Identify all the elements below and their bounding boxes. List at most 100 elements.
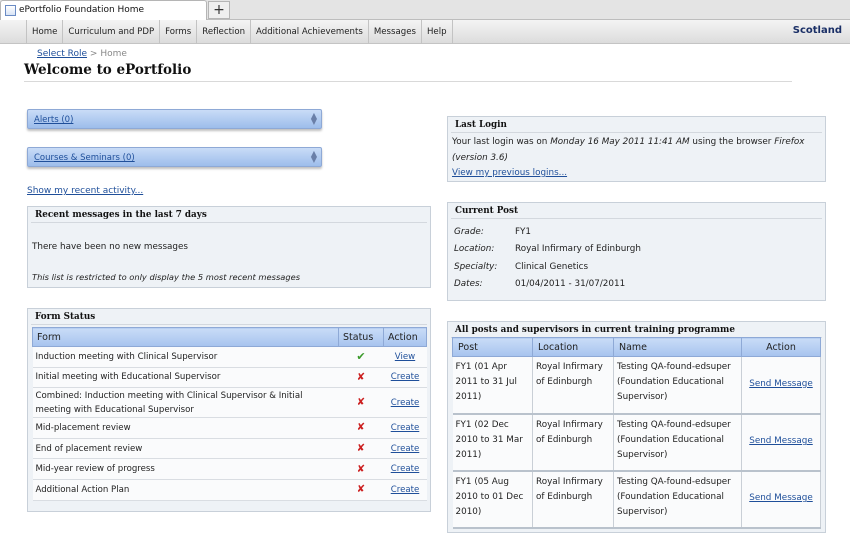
- column-header-action: Action: [383, 327, 427, 347]
- post-field-value: Clinical Genetics: [515, 261, 589, 272]
- cross-icon: ✘: [356, 443, 366, 455]
- form-name-cell: Additional Action Plan: [32, 479, 339, 501]
- new-tab-button[interactable]: +: [208, 1, 230, 19]
- browser-tab[interactable]: ePortfolio Foundation Home: [0, 0, 207, 20]
- nav-item-forms[interactable]: Forms: [160, 20, 198, 44]
- table-row: FY1 (01 Apr 2011 to 31 Jul 2011) Royal In…: [452, 356, 821, 415]
- courses-link[interactable]: Courses & Seminars (0): [34, 153, 135, 163]
- form-action-create-link[interactable]: Create: [391, 423, 420, 433]
- form-status-title: Form Status: [31, 309, 427, 325]
- form-action-create-link[interactable]: Create: [391, 485, 420, 495]
- alerts-panel[interactable]: Alerts (0) ▲ ▼: [27, 109, 322, 129]
- last-login-title: Last Login: [451, 117, 822, 133]
- form-name-cell: End of placement review: [32, 438, 339, 460]
- view-previous-logins-link[interactable]: View my previous logins...: [452, 168, 567, 178]
- all-posts-title: All posts and supervisors in current tra…: [451, 322, 822, 338]
- table-row: Mid-placement review ✘ Create: [32, 417, 427, 439]
- table-row: Additional Action Plan ✘ Create: [32, 479, 427, 501]
- no-messages-text: There have been no new messages: [32, 242, 189, 252]
- cross-icon: ✘: [356, 422, 366, 434]
- table-row: FY1 (02 Dec 2010 to 31 Mar 2011) Royal In…: [452, 413, 821, 472]
- action-cell: Send Message: [741, 470, 821, 529]
- region-label: Scotland: [792, 25, 842, 36]
- form-name-cell: Combined: Induction meeting with Clinica…: [32, 387, 339, 419]
- action-cell: Create: [383, 367, 427, 389]
- form-action-view-link[interactable]: View: [395, 352, 415, 362]
- form-action-create-link[interactable]: Create: [391, 464, 420, 474]
- form-action-create-link[interactable]: Create: [391, 372, 420, 382]
- post-field-label: Grade:: [454, 226, 484, 237]
- tab-title: ePortfolio Foundation Home: [19, 5, 145, 15]
- current-post-title: Current Post: [451, 203, 822, 219]
- nav-item-help[interactable]: Help: [422, 20, 453, 44]
- table-row: End of placement review ✘ Create: [32, 438, 427, 460]
- chevron-updown-icon[interactable]: ▲ ▼: [311, 112, 317, 126]
- post-field-row: Location: Royal Infirmary of Edinburgh: [454, 241, 641, 259]
- table-header-row: Form Status Action: [32, 327, 427, 347]
- courses-panel[interactable]: Courses & Seminars (0) ▲ ▼: [27, 147, 322, 167]
- all-posts-box: All posts and supervisors in current tra…: [447, 321, 826, 533]
- breadcrumb: Select Role > Home: [37, 49, 127, 59]
- nav-item-reflection[interactable]: Reflection: [197, 20, 252, 44]
- breadcrumb-separator: >: [89, 49, 98, 59]
- post-post-cell: FY1 (02 Dec 2010 to 31 Mar 2011): [452, 413, 533, 472]
- form-name-cell: Initial meeting with Educational Supervi…: [32, 367, 339, 389]
- send-message-link[interactable]: Send Message: [749, 436, 813, 446]
- form-status-table: Form Status Action Induction meeting wit…: [32, 327, 427, 501]
- title-divider: [24, 81, 792, 82]
- action-cell: Send Message: [741, 413, 821, 472]
- post-name-cell: Testing QA-found-edsuper (Foundation Edu…: [613, 470, 742, 529]
- table-header-row: Post Location Name Action: [452, 337, 821, 357]
- nav-item-additional-achievements[interactable]: Additional Achievements: [251, 20, 369, 44]
- post-location-cell: Royal Infirmary of Edinburgh: [532, 356, 614, 415]
- cross-icon: ✘: [356, 397, 366, 409]
- action-cell: Create: [383, 438, 427, 460]
- alerts-link[interactable]: Alerts (0): [34, 115, 73, 125]
- form-name-cell: Mid-year review of progress: [32, 458, 339, 480]
- status-cell: ✘: [338, 458, 384, 480]
- column-header-location: Location: [532, 337, 614, 357]
- post-name-cell: Testing QA-found-edsuper (Foundation Edu…: [613, 356, 742, 415]
- post-name-cell: Testing QA-found-edsuper (Foundation Edu…: [613, 413, 742, 472]
- send-message-link[interactable]: Send Message: [749, 493, 813, 503]
- form-action-create-link[interactable]: Create: [391, 398, 420, 408]
- action-cell: Create: [383, 387, 427, 419]
- all-posts-table: Post Location Name Action FY1 (01 Apr 20…: [452, 337, 821, 529]
- nav-item-home[interactable]: Home: [26, 20, 64, 44]
- action-cell: Send Message: [741, 356, 821, 415]
- post-field-value: 01/04/2011 - 31/07/2011: [515, 279, 626, 290]
- post-post-cell: FY1 (05 Aug 2010 to 01 Dec 2010): [452, 470, 533, 529]
- form-action-create-link[interactable]: Create: [391, 444, 420, 454]
- form-status-box: Form Status Form Status Action Induction…: [27, 308, 431, 512]
- post-field-label: Location:: [454, 244, 495, 255]
- action-cell: Create: [383, 417, 427, 439]
- current-post-box: Current Post Grade: FY1 Location: Royal Inf…: [447, 202, 826, 301]
- last-login-prefix: Your last login was on: [452, 137, 548, 147]
- cross-icon: ✘: [356, 463, 366, 475]
- status-cell: ✘: [338, 417, 384, 439]
- recent-messages-title: Recent messages in the last 7 days: [31, 207, 427, 223]
- nav-item-curriculum-and-pdp[interactable]: Curriculum and PDP: [63, 20, 161, 44]
- table-row: Initial meeting with Educational Supervi…: [32, 367, 427, 389]
- action-cell: Create: [383, 479, 427, 501]
- cross-icon: ✘: [356, 371, 366, 383]
- column-header-form: Form: [32, 327, 339, 347]
- show-recent-activity-link[interactable]: Show my recent activity...: [27, 186, 143, 196]
- send-message-link[interactable]: Send Message: [749, 379, 813, 389]
- check-icon: ✔: [356, 350, 366, 364]
- action-cell: Create: [383, 458, 427, 480]
- post-location-cell: Royal Infirmary of Edinburgh: [532, 470, 614, 529]
- breadcrumb-select-role-link[interactable]: Select Role: [37, 49, 87, 59]
- nav-item-messages[interactable]: Messages: [369, 20, 422, 44]
- post-field-value: Royal Infirmary of Edinburgh: [515, 244, 641, 255]
- chevron-updown-icon[interactable]: ▲ ▼: [311, 150, 317, 164]
- post-field-label: Dates:: [454, 279, 483, 290]
- messages-note: This list is restricted to only display …: [32, 272, 301, 282]
- post-post-cell: FY1 (01 Apr 2011 to 31 Jul 2011): [452, 356, 533, 415]
- post-field-row: Dates: 01/04/2011 - 31/07/2011: [454, 276, 641, 294]
- page-title: Welcome to ePortfolio: [24, 62, 192, 78]
- page-favicon-icon: [5, 5, 16, 16]
- status-cell: ✘: [338, 387, 384, 419]
- form-name-cell: Mid-placement review: [32, 417, 339, 439]
- form-name-cell: Induction meeting with Clinical Supervis…: [32, 346, 339, 368]
